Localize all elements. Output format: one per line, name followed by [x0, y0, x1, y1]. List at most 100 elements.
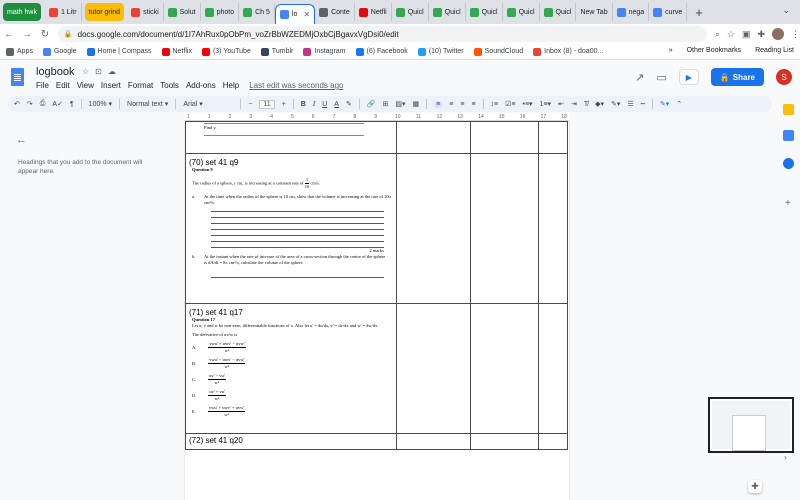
browser-tab[interactable]: photo	[201, 3, 240, 21]
picture-in-picture-window[interactable]	[708, 397, 794, 453]
last-edit-link[interactable]: Last edit was seconds ago	[249, 81, 343, 90]
menu-item-view[interactable]: View	[77, 81, 94, 90]
menu-item-edit[interactable]: Edit	[56, 81, 70, 90]
clear-formatting-icon[interactable]: T̸	[584, 101, 588, 108]
menu-item-help[interactable]: Help	[223, 81, 239, 90]
comment-history-icon[interactable]: ▭	[656, 71, 666, 84]
tab-search-icon[interactable]: ⌄	[782, 5, 790, 16]
zoom-search-icon[interactable]: ⌕	[715, 29, 720, 40]
table-cell[interactable]	[395, 121, 472, 154]
table-cell[interactable]	[395, 153, 472, 304]
collapse-toolbar-icon[interactable]: ⌃	[676, 100, 682, 108]
forward-icon[interactable]: →	[18, 29, 36, 40]
bookmark-item[interactable]: (10) Twitter	[417, 47, 464, 56]
browser-menu-icon[interactable]: ⋮	[791, 29, 800, 40]
browser-tab[interactable]: Solut	[164, 3, 201, 21]
table-cell[interactable]	[470, 303, 540, 434]
new-tab-button[interactable]: +	[695, 5, 703, 20]
table-cell[interactable]: (71) set 41 q17 Question 17 Let u, v and…	[185, 303, 397, 434]
spellcheck-icon[interactable]: A✓	[52, 100, 63, 108]
bookmark-item[interactable]: (3) YouTube	[201, 47, 251, 56]
increase-indent-icon[interactable]: ⇥	[571, 100, 577, 108]
puzzle-icon[interactable]: ✚	[757, 29, 765, 40]
decrease-indent-icon[interactable]: ⇤	[558, 100, 564, 108]
table-cell[interactable]: (70) set 41 q9 Question 9 The radius of …	[185, 153, 397, 304]
underline-button[interactable]: U	[322, 101, 327, 108]
other-bookmarks[interactable]: Other Bookmarks	[687, 47, 741, 54]
text-color-button[interactable]: A	[334, 101, 339, 108]
table-cell[interactable]	[538, 433, 568, 450]
browser-tab[interactable]: lo ✕	[274, 4, 316, 24]
user-avatar[interactable]: S	[776, 69, 792, 85]
highlight-icon[interactable]: ✎	[346, 100, 352, 108]
close-tab-icon[interactable]: ✕	[303, 10, 310, 19]
browser-tab[interactable]: New Tab	[576, 3, 613, 21]
browser-tab[interactable]: Quicl	[540, 3, 577, 21]
document-page[interactable]: Find y. (70) set 41 q9 Question 9 The ra…	[185, 121, 569, 500]
browser-tab[interactable]: Quicl	[466, 3, 503, 21]
docs-logo-icon[interactable]	[11, 68, 24, 86]
browser-tab[interactable]: tutor grind	[84, 3, 125, 21]
browser-tab[interactable]: Quicl	[392, 3, 429, 21]
keep-icon[interactable]	[783, 104, 794, 115]
calendar-icon[interactable]	[783, 130, 794, 141]
link-icon[interactable]: 🔗	[367, 100, 376, 108]
bold-button[interactable]: B	[301, 101, 306, 108]
font-size-field[interactable]: 11	[259, 99, 275, 109]
meet-button[interactable]: ▶	[678, 69, 699, 85]
paint-format-icon[interactable]: ¶	[70, 101, 74, 108]
table-cell[interactable]	[395, 433, 472, 450]
browser-tab[interactable]: math hwk	[3, 3, 41, 21]
browser-tab[interactable]: nega	[613, 3, 650, 21]
back-icon[interactable]: ←	[0, 29, 18, 40]
bookmark-item[interactable]: Apps	[6, 47, 33, 56]
horizontal-ruler[interactable]: 1 1 2 3 4 5 6 7 8 9 10 11 12 13 14 15 16 17 18	[185, 113, 569, 121]
table-cell[interactable]: (72) set 41 q20	[185, 433, 397, 450]
border-width-icon[interactable]: ☰	[627, 100, 633, 108]
bookmark-item[interactable]: Instagram	[303, 47, 346, 56]
browser-tab[interactable]: Quicl	[429, 3, 466, 21]
url-field[interactable]: 🔒 docs.google.com/document/d/1I7AhRux0pO…	[57, 26, 707, 42]
reading-list[interactable]: Reading List	[755, 47, 794, 54]
browser-tab[interactable]: Ch 5	[239, 3, 275, 21]
document-title[interactable]: logbook	[36, 66, 75, 78]
bookmark-item[interactable]: Home | Compass	[86, 47, 152, 56]
reload-icon[interactable]: ↻	[36, 29, 54, 40]
table-cell[interactable]: Find y.	[185, 121, 397, 154]
italic-button[interactable]: I	[313, 100, 315, 108]
zoom-select[interactable]: 100% ▾	[89, 100, 112, 108]
justify-icon[interactable]: ≡	[471, 101, 475, 108]
numbered-list-icon[interactable]: 1≡▾	[540, 100, 552, 108]
table-cell[interactable]	[470, 433, 540, 450]
browser-tab[interactable]: 1 Litr	[45, 3, 82, 21]
style-select[interactable]: Normal text ▾	[127, 100, 168, 108]
profile-avatar[interactable]	[772, 28, 784, 40]
table-cell[interactable]	[538, 153, 568, 304]
browser-tab[interactable]: curve	[649, 3, 688, 21]
align-left-icon[interactable]: ≡	[434, 100, 443, 108]
comment-icon[interactable]: ⊞	[383, 100, 389, 108]
font-select[interactable]: Arial ▾	[183, 100, 233, 108]
bookmark-item[interactable]: Netflix	[161, 47, 192, 56]
browser-tab[interactable]: Netfli	[355, 3, 392, 21]
explore-button[interactable]: ✚	[748, 480, 762, 493]
bookmark-item[interactable]: Google	[42, 47, 77, 56]
bookmarks-overflow[interactable]: »	[669, 47, 673, 54]
image-icon[interactable]: ▨▾	[395, 100, 405, 108]
border-color-icon[interactable]: ✎▾	[611, 100, 620, 108]
tasks-icon[interactable]	[783, 158, 794, 169]
browser-tab[interactable]: sticki	[127, 3, 164, 21]
table-cell[interactable]	[538, 121, 568, 154]
redo-icon[interactable]: ↷	[27, 100, 33, 108]
menu-item-tools[interactable]: Tools	[160, 81, 179, 90]
table-cell[interactable]	[538, 303, 568, 434]
undo-icon[interactable]: ↶	[14, 100, 20, 108]
extension-icon[interactable]: ▣	[742, 29, 751, 40]
border-dash-icon[interactable]: ┅	[641, 100, 645, 108]
bookmark-item[interactable]: Inbox (8) - doa00...	[533, 47, 603, 56]
increase-font-button[interactable]: +	[282, 101, 286, 108]
menu-item-insert[interactable]: Insert	[101, 81, 121, 90]
bookmark-item[interactable]: Tumblr	[260, 47, 293, 56]
table-cell[interactable]	[395, 303, 472, 434]
expand-panel-icon[interactable]: ›	[784, 453, 787, 462]
